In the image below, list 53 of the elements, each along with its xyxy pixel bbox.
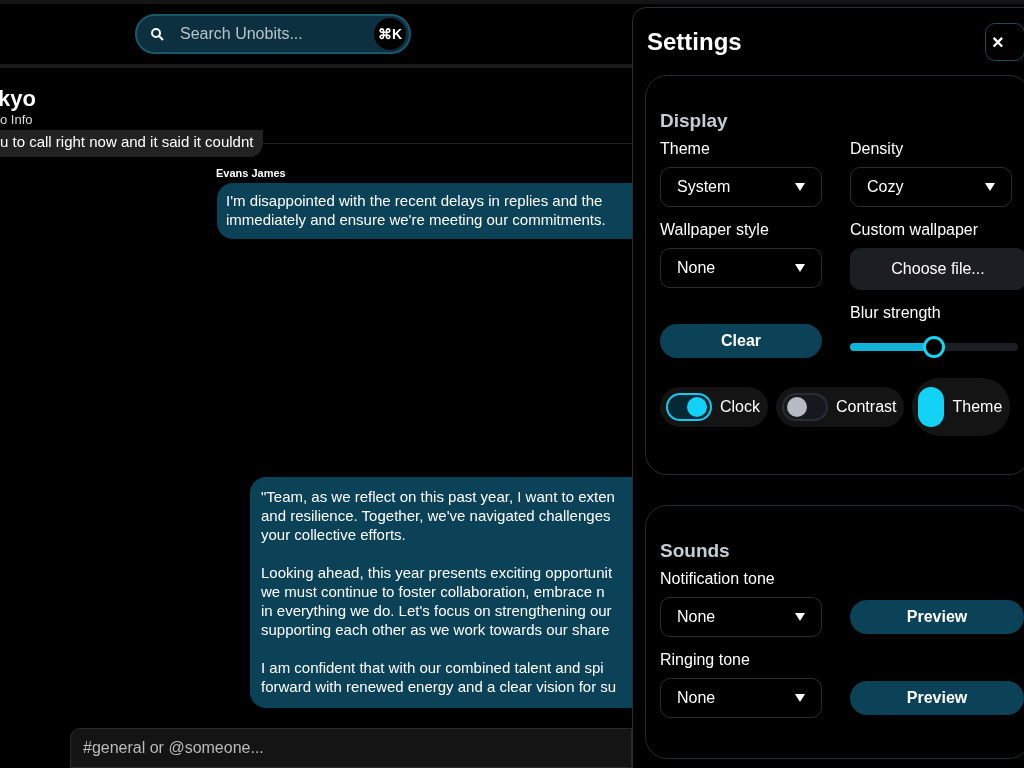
- toggle-label: Clock: [720, 398, 760, 416]
- toggle-label: Theme: [952, 398, 1003, 416]
- message-line: I'm disappointed with the recent delays in replies and the: [226, 191, 604, 210]
- caret-icon: [795, 694, 805, 702]
- density-select[interactable]: Cozy: [850, 167, 1012, 207]
- search-field[interactable]: Search Unobits... ⌘K: [135, 14, 411, 54]
- section-heading: Display: [660, 110, 729, 132]
- caret-icon: [795, 264, 805, 272]
- message-line: and resilience. Together, we've navigated challenges: [261, 506, 612, 525]
- clear-button[interactable]: Clear: [660, 324, 822, 358]
- preview-button[interactable]: Preview: [850, 600, 1024, 634]
- caret-icon: [795, 183, 805, 191]
- field-label: Notification tone: [660, 570, 776, 588]
- message-line: your collective efforts.: [261, 525, 407, 544]
- toggle-switch[interactable]: [782, 393, 828, 421]
- message-line: we must continue to foster collaboration, embrace n: [261, 582, 606, 601]
- close-button[interactable]: ×: [985, 23, 1024, 61]
- caret-icon: [795, 613, 805, 621]
- message-line: forward with renewed energy and a clear vision for su: [261, 677, 618, 696]
- message-line: Looking ahead, this year presents exciting opportunit: [261, 563, 614, 582]
- blur-slider[interactable]: [850, 336, 1018, 358]
- search-input[interactable]: Search Unobits...: [178, 24, 360, 44]
- message-author: Evans James: [216, 167, 287, 179]
- field-label: Custom wallpaper: [850, 221, 980, 239]
- toggle-switch[interactable]: [666, 393, 712, 421]
- field-label: Wallpaper style: [660, 221, 770, 239]
- field-label: Density: [850, 140, 905, 158]
- chat-subtitle: o Info: [0, 112, 34, 127]
- tone-select[interactable]: None: [660, 597, 822, 637]
- field-label: Theme: [660, 140, 711, 158]
- message-line: immediately and ensure we're meeting our commitments.: [226, 210, 607, 229]
- message-line: supporting each other as we work towards our share: [261, 620, 611, 639]
- theme-select[interactable]: System: [660, 167, 822, 207]
- shortcut-key: ⌘K: [374, 18, 406, 50]
- wallpaper-select[interactable]: None: [660, 248, 822, 288]
- message-line: in everything we do. Let's focus on strengthening our: [261, 601, 613, 620]
- message-input[interactable]: #general or @someone...: [70, 728, 632, 768]
- field-label: Ringing tone: [660, 651, 751, 669]
- toggle-switch[interactable]: [918, 387, 945, 427]
- message-line: I am confident that with our combined talent and spi: [261, 658, 605, 677]
- toggle-label: Contrast: [836, 398, 897, 416]
- message-line: "Team, as we reflect on this past year, I want to exten: [261, 487, 616, 506]
- field-label: Blur strength: [850, 304, 942, 322]
- message-line: u to call right now and it said it couldnt: [0, 132, 254, 151]
- caret-icon: [985, 183, 995, 191]
- tone-select[interactable]: None: [660, 678, 822, 718]
- slider-thumb[interactable]: [923, 336, 945, 358]
- settings-title: Settings: [647, 28, 742, 56]
- chat-title: kyo: [0, 86, 37, 112]
- section-heading: Sounds: [660, 540, 731, 562]
- preview-button[interactable]: Preview: [850, 681, 1024, 715]
- choose-file-button[interactable]: Choose file...: [850, 248, 1024, 290]
- search-icon: [151, 27, 164, 41]
